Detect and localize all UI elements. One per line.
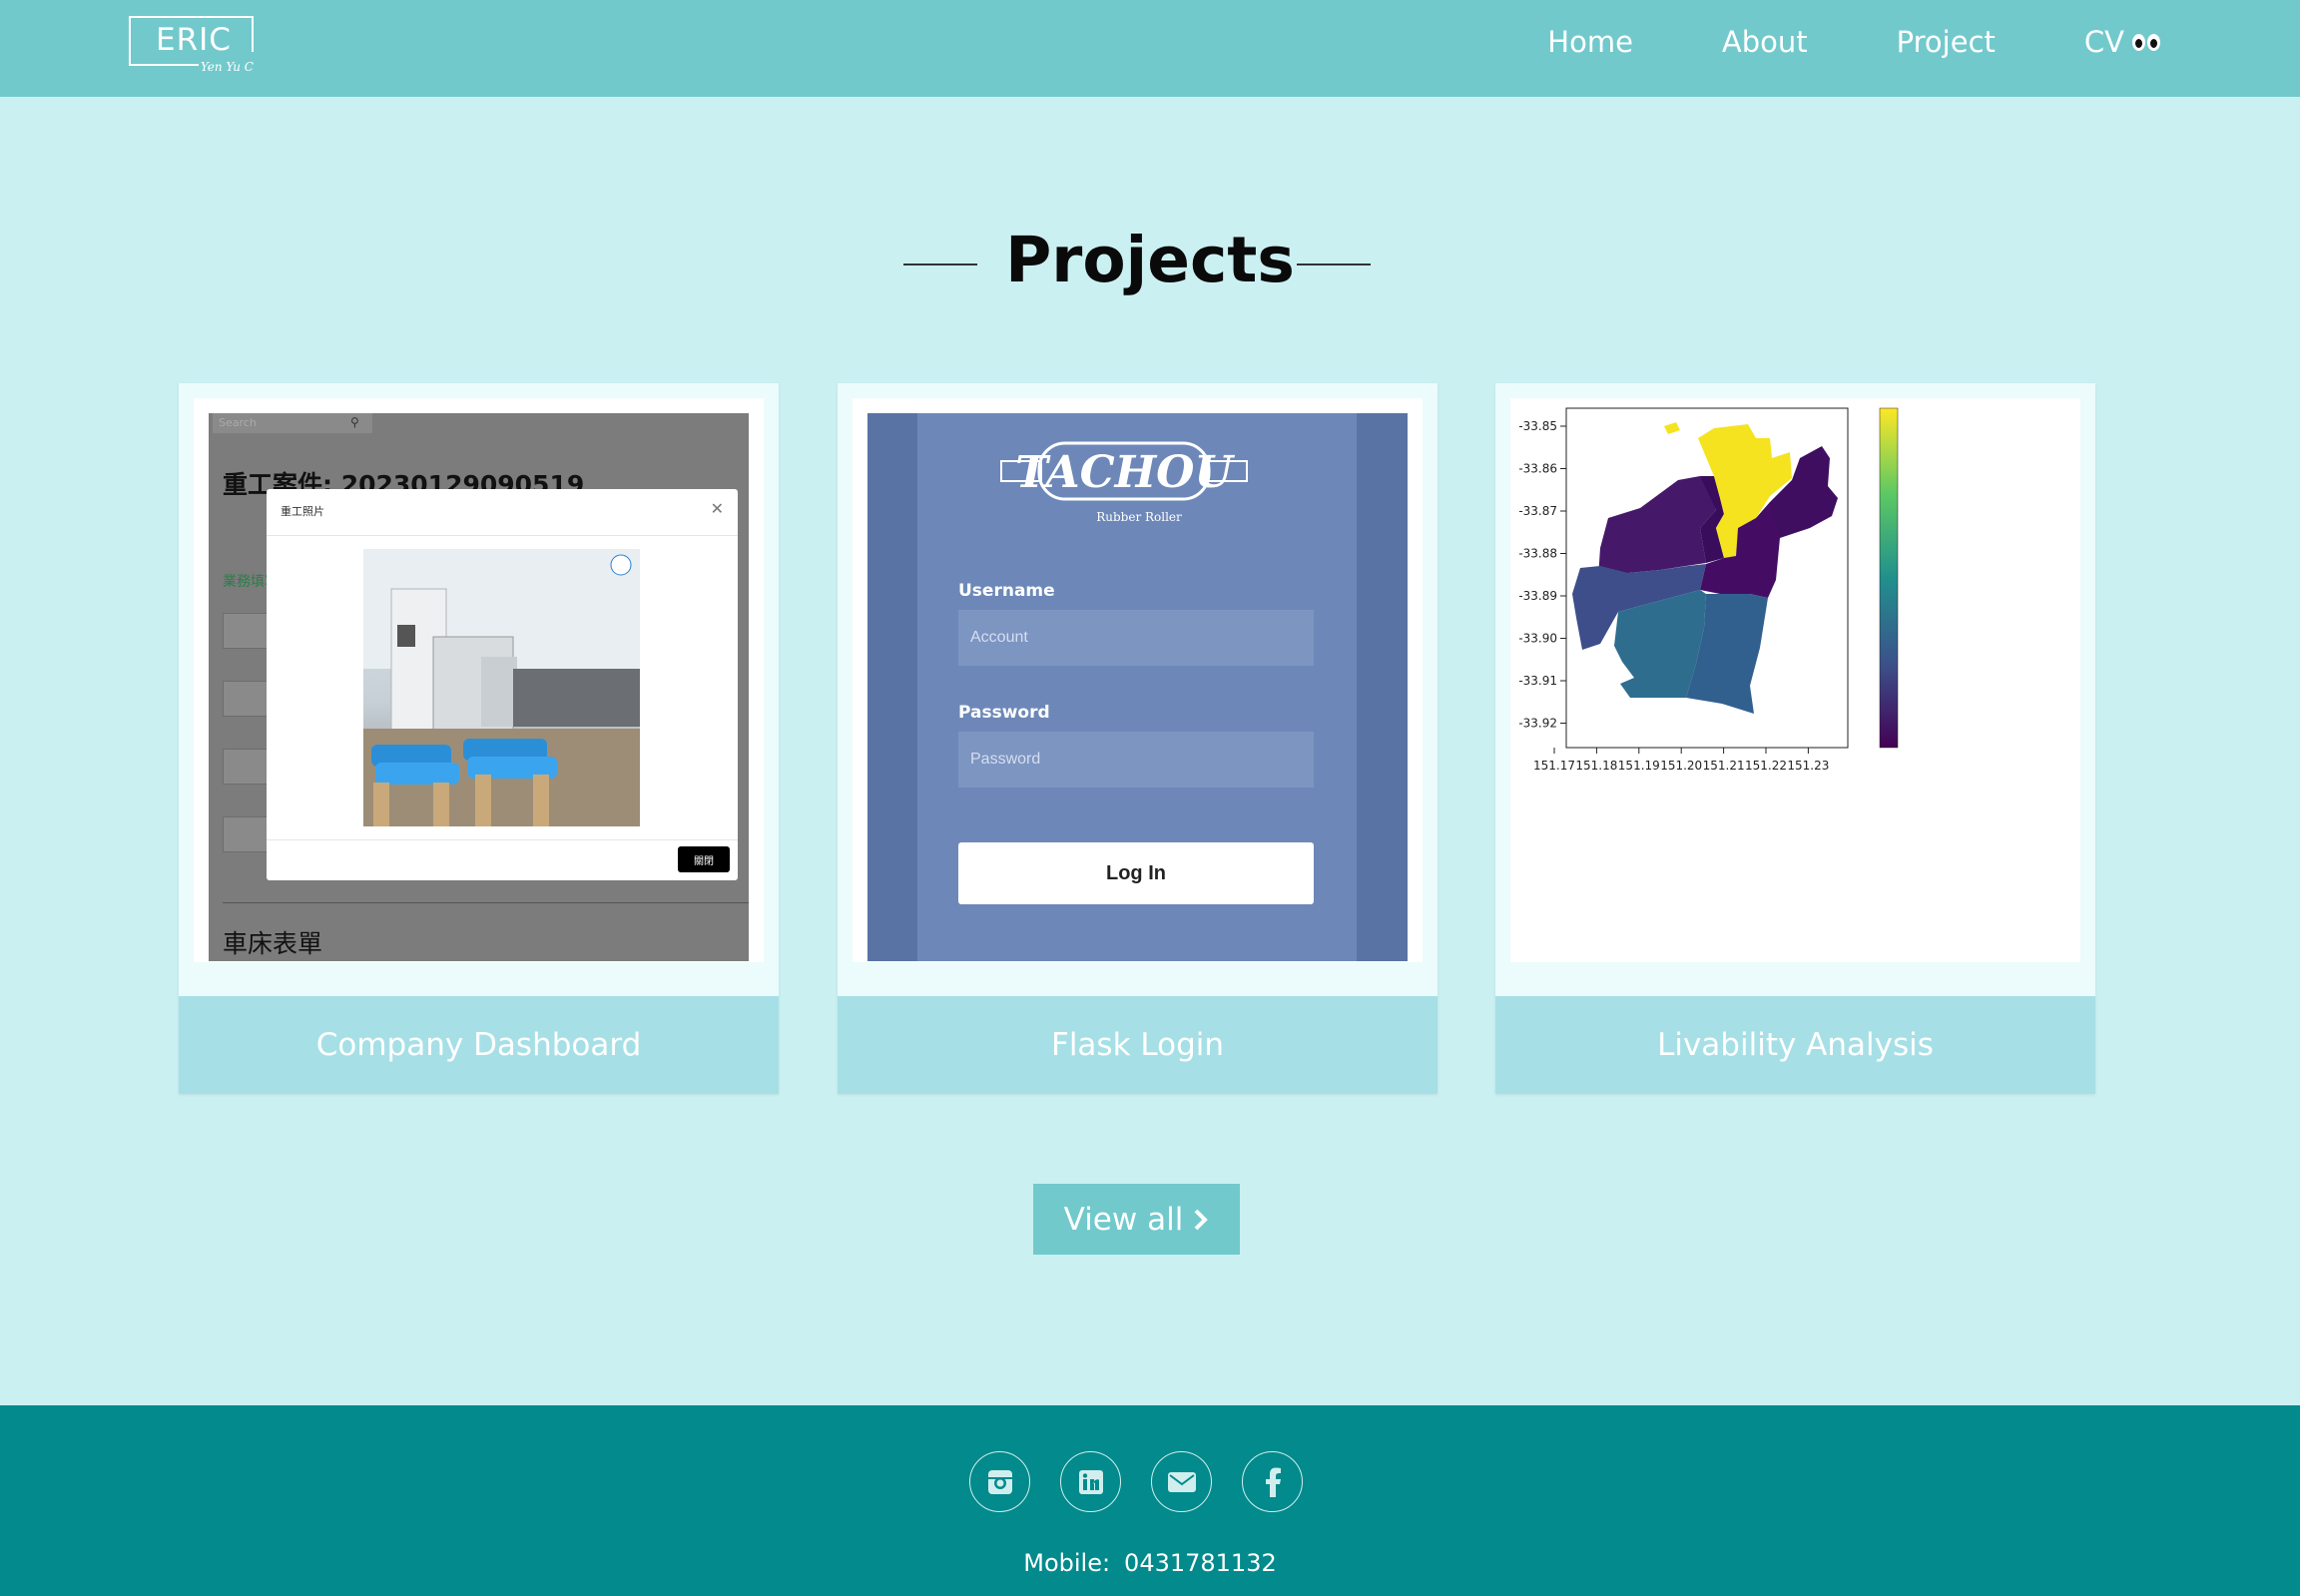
project-card-flask-login[interactable]: TACHOU Rubber Roller Username Password L… <box>838 383 1438 1094</box>
password-label: Password <box>958 703 1050 723</box>
x-tick-label: 151.17 <box>1533 759 1575 773</box>
photo-modal: 重工照片 ✕ 關閉 <box>267 489 738 880</box>
y-tick-label: -33.85 <box>1518 419 1557 433</box>
y-tick-label: -33.88 <box>1518 547 1557 561</box>
logo-brand: TACHOU <box>1015 447 1235 498</box>
logo-text: ERIC <box>156 22 232 58</box>
dashboard-screenshot: Search ⚲ 重工案件: 20230129090519 業務填寫 車床表單 … <box>209 413 749 961</box>
password-input[interactable] <box>958 732 1314 788</box>
view-all-button[interactable]: View all <box>1033 1184 1240 1255</box>
title-divider-right <box>1297 264 1371 266</box>
logo-signature: Yen Yu C <box>198 60 256 74</box>
site-logo[interactable]: ERIC Yen Yu C <box>129 16 256 74</box>
y-tick-label: -33.92 <box>1518 717 1557 731</box>
y-tick-label: -33.90 <box>1518 632 1557 646</box>
dashboard-field <box>223 613 273 649</box>
dashboard-field <box>223 681 273 717</box>
mobile-number: 0431781132 <box>1124 1549 1277 1577</box>
chevron-right-icon <box>1194 1209 1209 1230</box>
logo-brand-sub: Rubber Roller <box>1096 510 1182 524</box>
modal-close-button: 關閉 <box>678 846 730 872</box>
dashboard-subheading: 車床表單 <box>223 929 323 958</box>
x-tick-label: 151.18 <box>1575 759 1617 773</box>
nav-link-home[interactable]: Home <box>1547 25 1633 59</box>
y-tick-label: -33.86 <box>1518 462 1557 476</box>
workshop-photo <box>363 549 640 826</box>
x-tick-label: 151.21 <box>1703 759 1745 773</box>
x-tick-label: 151.22 <box>1745 759 1787 773</box>
top-nav: ERIC Yen Yu C Home About Project CV <box>0 0 2300 97</box>
card-image-frame: Search ⚲ 重工案件: 20230129090519 業務填寫 車床表單 … <box>194 398 764 962</box>
close-icon: ✕ <box>710 499 724 518</box>
x-tick-label: 151.20 <box>1660 759 1702 773</box>
instagram-icon[interactable] <box>969 1451 1030 1512</box>
nav-links: Home About Project CV <box>1458 25 2160 59</box>
x-tick-label: 151.19 <box>1618 759 1660 773</box>
project-card-dashboard[interactable]: Search ⚲ 重工案件: 20230129090519 業務填寫 車床表單 … <box>179 383 779 1094</box>
y-tick-label: -33.89 <box>1518 589 1557 603</box>
dashboard-field <box>223 816 273 852</box>
view-all-label: View all <box>1063 1201 1184 1238</box>
dashboard-search: Search <box>213 413 372 433</box>
mobile-label: Mobile: <box>1023 1549 1111 1577</box>
choropleth-map: -33.85 -33.86 -33.87 -33.88 -33.89 -33.90 -33.… <box>1518 407 1899 773</box>
login-button[interactable]: Log In <box>958 842 1314 904</box>
y-tick-label: -33.87 <box>1518 504 1557 518</box>
modal-title: 重工照片 <box>281 505 324 518</box>
card-image-frame: TACHOU Rubber Roller Username Password L… <box>853 398 1423 962</box>
eyes-icon <box>2132 33 2160 51</box>
card-caption[interactable]: Livability Analysis <box>1495 996 2095 1094</box>
tachou-logo: TACHOU Rubber Roller <box>1000 441 1248 524</box>
login-screenshot: TACHOU Rubber Roller Username Password L… <box>867 413 1408 961</box>
project-card-livability[interactable]: -33.85 -33.86 -33.87 -33.88 -33.89 -33.90 -33.… <box>1495 383 2095 1094</box>
nav-link-cv-label: CV <box>2083 25 2124 59</box>
card-caption[interactable]: Company Dashboard <box>179 996 779 1094</box>
livability-map: -33.85 -33.86 -33.87 -33.88 -33.89 -33.90 -33.… <box>1510 398 2050 946</box>
nav-link-project[interactable]: Project <box>1897 25 1996 59</box>
mail-icon[interactable] <box>1151 1451 1212 1512</box>
facebook-icon[interactable] <box>1242 1451 1303 1512</box>
colorbar <box>1879 407 1899 749</box>
footer: Mobile: 0431781132 <box>0 1405 2300 1596</box>
y-tick-label: -33.91 <box>1518 674 1557 688</box>
card-caption[interactable]: Flask Login <box>838 996 1438 1094</box>
nav-link-about[interactable]: About <box>1722 25 1808 59</box>
username-input[interactable] <box>958 610 1314 666</box>
nav-link-cv[interactable]: CV <box>2084 25 2160 59</box>
username-label: Username <box>958 581 1055 601</box>
card-image-frame: -33.85 -33.86 -33.87 -33.88 -33.89 -33.90 -33.… <box>1510 398 2080 962</box>
x-tick-label: 151.23 <box>1787 759 1829 773</box>
search-icon: ⚲ <box>350 415 359 429</box>
dashboard-field <box>223 749 273 785</box>
section-title: Projects <box>1005 224 1295 296</box>
mobile-contact: Mobile: 0431781132 <box>0 1549 2300 1577</box>
linkedin-icon[interactable] <box>1060 1451 1121 1512</box>
